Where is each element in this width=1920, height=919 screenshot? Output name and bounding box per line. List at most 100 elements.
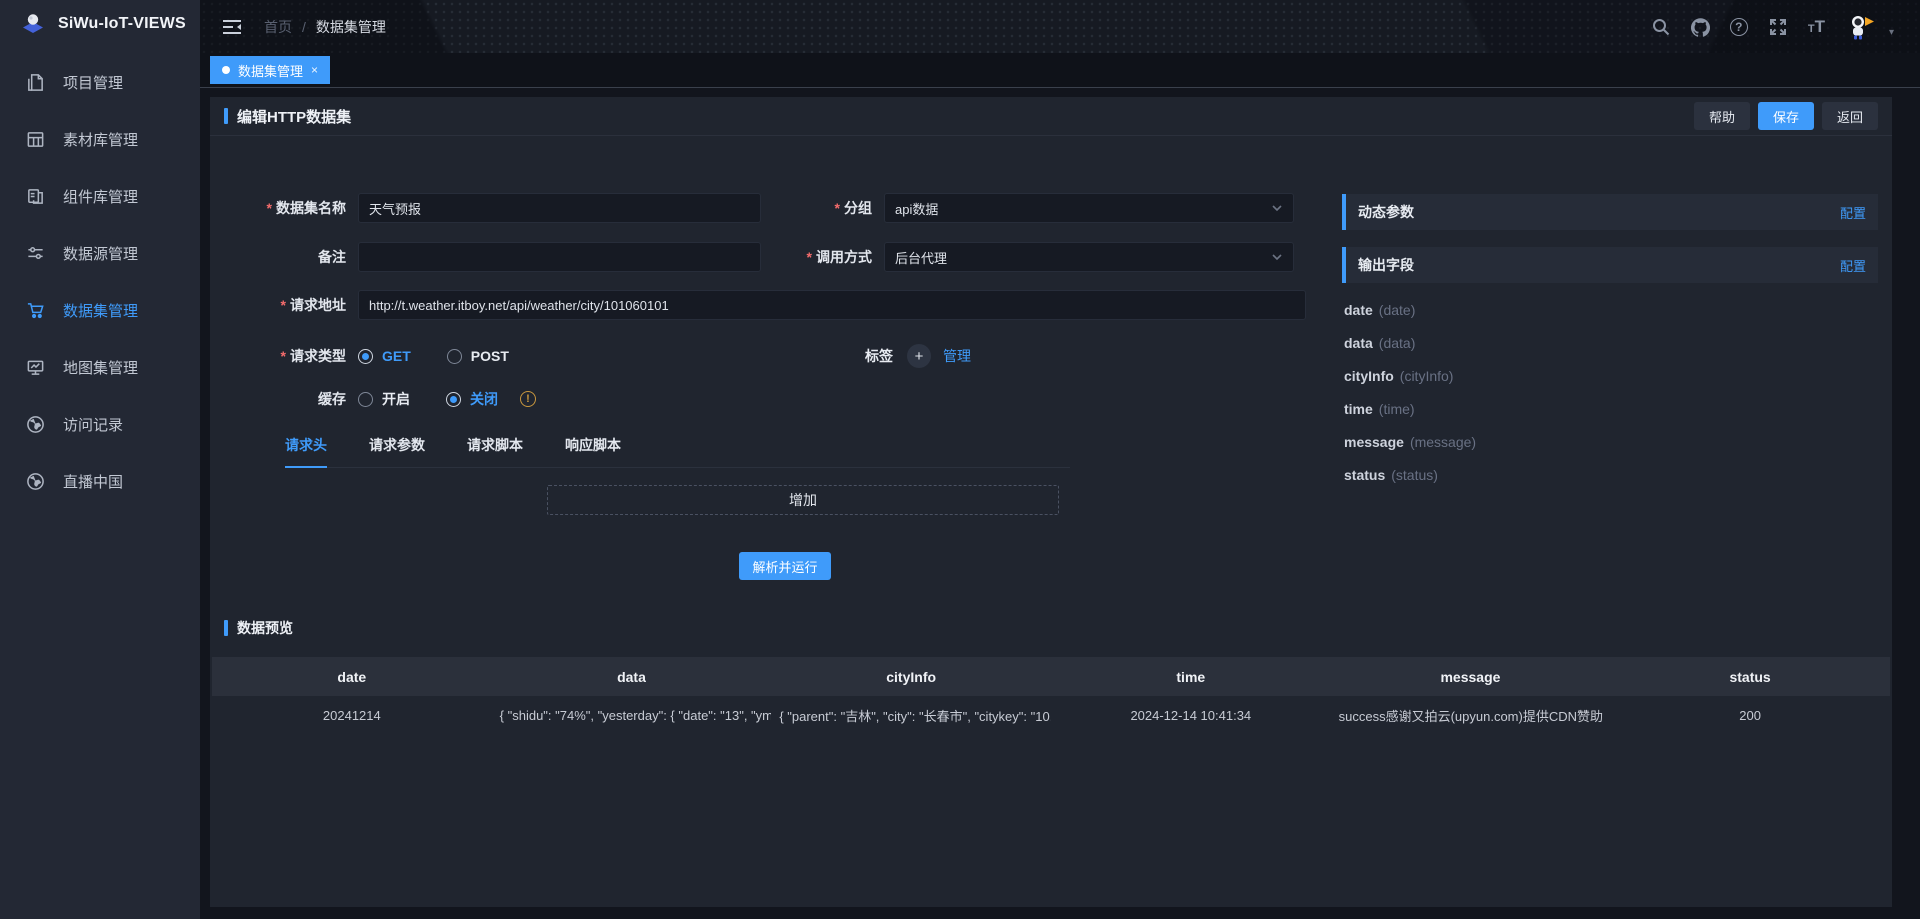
- caret-down-icon[interactable]: ▾: [1889, 27, 1894, 38]
- form-row-4: *请求类型 GET POST 标签 + 管理: [210, 341, 1320, 371]
- sidebar-item-project[interactable]: 项目管理: [0, 54, 200, 111]
- cell-status: 200: [1610, 708, 1890, 723]
- field-alias: (data): [1379, 335, 1416, 351]
- remark-input[interactable]: [358, 242, 761, 272]
- tab-close-icon[interactable]: ×: [311, 63, 318, 77]
- form-row-5: 缓存 开启 关闭 !: [210, 384, 536, 414]
- breadcrumb-home[interactable]: 首页: [264, 17, 292, 37]
- request-type-label: *请求类型: [210, 346, 358, 366]
- sidebar-item-label: 素材库管理: [63, 129, 138, 150]
- github-icon[interactable]: [1691, 18, 1709, 36]
- page-title: 编辑HTTP数据集: [237, 106, 351, 127]
- accent-bar: [224, 108, 228, 124]
- breadcrumb: 首页 / 数据集管理: [264, 17, 386, 37]
- help-icon[interactable]: ?: [1730, 18, 1748, 36]
- accent-bar: [1342, 247, 1346, 283]
- radio-cache-on[interactable]: [358, 392, 373, 407]
- col-header-status: status: [1610, 669, 1890, 685]
- required-mark: *: [267, 200, 272, 216]
- dataset-name-label: *数据集名称: [210, 198, 358, 218]
- help-button[interactable]: 帮助: [1694, 102, 1750, 130]
- sidebar-menu: 项目管理 素材库管理 组件库管理 数据源管理: [0, 54, 200, 510]
- col-header-data: data: [492, 669, 772, 685]
- col-header-cityinfo: cityInfo: [771, 669, 1051, 685]
- sliders-icon: [26, 244, 45, 263]
- field-alias: (status): [1391, 467, 1438, 483]
- tab-request-script[interactable]: 请求脚本: [467, 435, 523, 467]
- logo-row: SiWu-IoT-VIEWS: [0, 0, 200, 48]
- sidebar-item-label: 访问记录: [63, 414, 123, 435]
- sidebar-item-material[interactable]: 素材库管理: [0, 111, 200, 168]
- sidebar-item-label: 项目管理: [63, 72, 123, 93]
- editor-panel-header: 编辑HTTP数据集 帮助 保存 返回: [210, 97, 1892, 136]
- save-button[interactable]: 保存: [1758, 102, 1814, 130]
- tab-label: 数据集管理: [238, 61, 303, 80]
- preview-table: date data cityInfo time message status 2…: [212, 657, 1890, 735]
- sidebar: SiWu-IoT-VIEWS 项目管理 素材库管理 组件库管理: [0, 0, 200, 919]
- tab-response-script[interactable]: 响应脚本: [565, 435, 621, 467]
- sidebar-item-mapset[interactable]: 地图集管理: [0, 339, 200, 396]
- radio-post-label[interactable]: POST: [471, 348, 509, 364]
- font-size-icon[interactable]: TT: [1808, 18, 1825, 35]
- cell-data: { "shidu": "74%", "yesterday": { "date":…: [492, 708, 772, 723]
- field-alias: (date): [1379, 302, 1416, 318]
- field-alias: (message): [1410, 434, 1476, 450]
- group-select[interactable]: api数据: [884, 193, 1294, 223]
- collapse-menu-icon[interactable]: [222, 19, 242, 35]
- tag-manage-link[interactable]: 管理: [943, 346, 971, 366]
- tag-label: 标签: [865, 346, 893, 366]
- search-icon[interactable]: [1652, 18, 1670, 36]
- globe-icon: [26, 415, 45, 434]
- invoke-mode-select[interactable]: 后台代理: [884, 242, 1294, 272]
- add-tag-button[interactable]: +: [907, 344, 931, 368]
- fullscreen-icon[interactable]: [1769, 18, 1787, 36]
- sidebar-item-datasource[interactable]: 数据源管理: [0, 225, 200, 282]
- sidebar-item-live-china[interactable]: 直播中国: [0, 453, 200, 510]
- sidebar-item-visit-log[interactable]: 访问记录: [0, 396, 200, 453]
- radio-cache-off-label[interactable]: 关闭: [470, 389, 498, 409]
- dynamic-params-config-link[interactable]: 配置: [1840, 203, 1866, 222]
- radio-get-label[interactable]: GET: [382, 348, 411, 364]
- table-row: 20241214 { "shidu": "74%", "yesterday": …: [212, 696, 1890, 735]
- list-item: cityInfo (cityInfo): [1344, 359, 1878, 392]
- table-header-row: date data cityInfo time message status: [212, 657, 1890, 696]
- field-alias: (time): [1379, 401, 1415, 417]
- output-fields-config-link[interactable]: 配置: [1840, 256, 1866, 275]
- sidebar-item-dataset[interactable]: 数据集管理: [0, 282, 200, 339]
- request-url-input[interactable]: [358, 290, 1306, 320]
- sidebar-item-component[interactable]: 组件库管理: [0, 168, 200, 225]
- col-header-date: date: [212, 669, 492, 685]
- sidebar-item-label: 数据源管理: [63, 243, 138, 264]
- accent-bar: [1342, 194, 1346, 230]
- back-button[interactable]: 返回: [1822, 102, 1878, 130]
- radio-cache-off[interactable]: [446, 392, 461, 407]
- radio-post[interactable]: [447, 349, 462, 364]
- tab-dataset-management[interactable]: 数据集管理 ×: [210, 56, 330, 84]
- help-glyph: ?: [1735, 20, 1742, 34]
- chevron-down-icon: [1271, 202, 1283, 214]
- sidebar-item-label: 直播中国: [63, 471, 123, 492]
- radio-get[interactable]: [358, 349, 373, 364]
- radio-cache-on-label[interactable]: 开启: [382, 389, 410, 409]
- request-tabs: 请求头 请求参数 请求脚本 响应脚本: [285, 435, 1070, 468]
- breadcrumb-separator: /: [302, 19, 306, 35]
- cell-date: 20241214: [212, 708, 492, 723]
- chevron-down-icon: [1271, 251, 1283, 263]
- required-mark: *: [281, 297, 286, 313]
- col-header-message: message: [1331, 669, 1611, 685]
- col-header-time: time: [1051, 669, 1331, 685]
- avatar[interactable]: [1846, 12, 1876, 42]
- form-row-2: 备注 *调用方式 后台代理: [210, 242, 1294, 272]
- header-icons: ? TT ▾: [1652, 12, 1894, 42]
- tab-request-header[interactable]: 请求头: [285, 435, 327, 467]
- project-file-icon: [26, 73, 45, 92]
- tab-request-params[interactable]: 请求参数: [369, 435, 425, 467]
- parse-run-button[interactable]: 解析并运行: [739, 552, 831, 580]
- remark-label: 备注: [210, 247, 358, 267]
- cart-icon: [26, 301, 45, 320]
- field-name: status: [1344, 467, 1385, 483]
- request-url-label: *请求地址: [210, 295, 358, 315]
- list-item: message (message): [1344, 425, 1878, 458]
- add-button[interactable]: 增加: [547, 485, 1059, 515]
- dataset-name-input[interactable]: [358, 193, 761, 223]
